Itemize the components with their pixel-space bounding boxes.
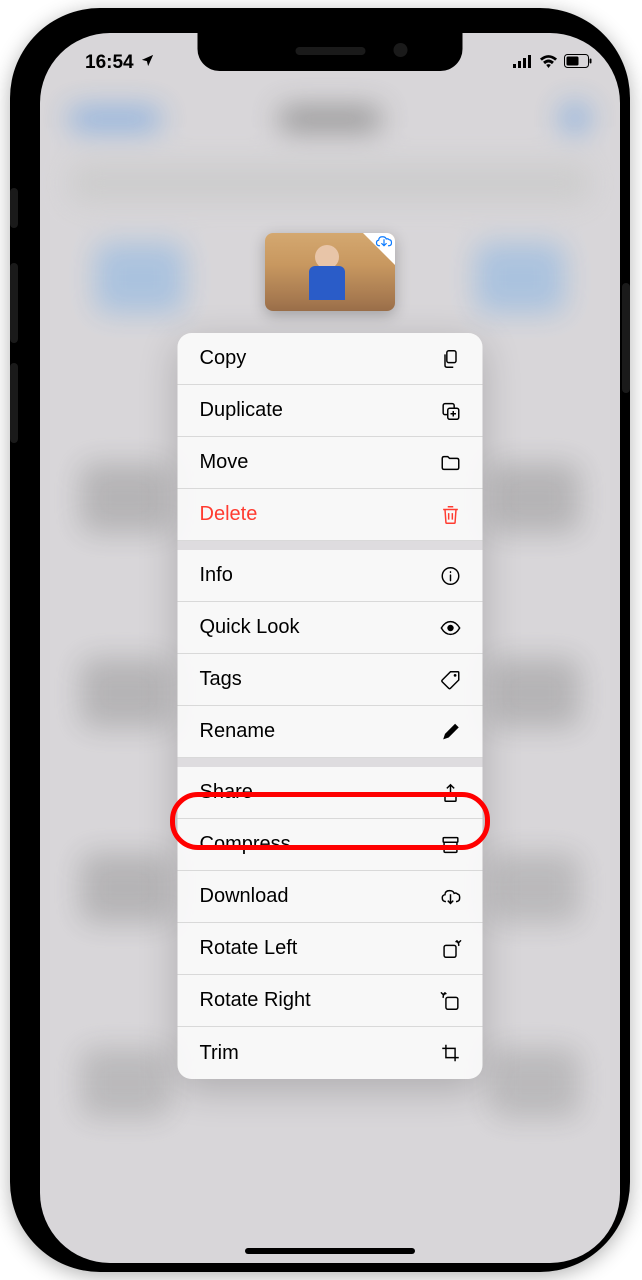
- volume-down-button: [10, 363, 18, 443]
- screen: 16:54: [40, 33, 620, 1263]
- menu-label: Download: [200, 885, 289, 908]
- menu-label: Info: [200, 564, 233, 587]
- menu-label: Quick Look: [200, 616, 300, 639]
- menu-label: Duplicate: [200, 399, 283, 422]
- menu-label: Trim: [200, 1042, 239, 1065]
- menu-label: Rotate Left: [200, 937, 298, 960]
- volume-up-button: [10, 263, 18, 343]
- menu-label: Move: [200, 451, 249, 474]
- cellular-icon: [513, 52, 533, 74]
- menu-item-duplicate[interactable]: Duplicate: [178, 385, 483, 437]
- trash-icon: [439, 503, 463, 527]
- duplicate-icon: [439, 399, 463, 423]
- share-icon: [439, 781, 463, 805]
- menu-label: Share: [200, 781, 253, 804]
- menu-item-delete[interactable]: Delete: [178, 489, 483, 541]
- battery-icon: [564, 52, 592, 74]
- status-time: 16:54: [85, 52, 134, 74]
- eye-icon: [439, 616, 463, 640]
- menu-label: Tags: [200, 668, 242, 691]
- menu-item-info[interactable]: Info: [178, 550, 483, 602]
- menu-label: Rotate Right: [200, 989, 311, 1012]
- side-button: [622, 283, 630, 393]
- crop-icon: [439, 1041, 463, 1065]
- rotate-left-icon: [439, 937, 463, 961]
- menu-item-rotate-left[interactable]: Rotate Left: [178, 923, 483, 975]
- menu-item-compress[interactable]: Compress: [178, 819, 483, 871]
- menu-item-download[interactable]: Download: [178, 871, 483, 923]
- menu-separator: [178, 541, 483, 550]
- phone-frame: 16:54: [10, 8, 630, 1272]
- menu-item-quick-look[interactable]: Quick Look: [178, 602, 483, 654]
- copy-icon: [439, 347, 463, 371]
- context-menu: Copy Duplicate Move Delete: [178, 333, 483, 1079]
- menu-separator: [178, 758, 483, 767]
- menu-item-tags[interactable]: Tags: [178, 654, 483, 706]
- menu-item-trim[interactable]: Trim: [178, 1027, 483, 1079]
- menu-item-rotate-right[interactable]: Rotate Right: [178, 975, 483, 1027]
- location-icon: [140, 52, 155, 74]
- file-thumbnail[interactable]: [265, 233, 395, 311]
- menu-label: Compress: [200, 833, 291, 856]
- status-bar: 16:54: [40, 33, 620, 83]
- cloud-download-icon: [375, 235, 393, 254]
- menu-label: Delete: [200, 503, 258, 526]
- cloud-download-icon: [439, 885, 463, 909]
- menu-item-move[interactable]: Move: [178, 437, 483, 489]
- wifi-icon: [539, 52, 558, 74]
- tag-icon: [439, 668, 463, 692]
- menu-label: Rename: [200, 720, 276, 743]
- archive-icon: [439, 833, 463, 857]
- menu-item-copy[interactable]: Copy: [178, 333, 483, 385]
- menu-item-share[interactable]: Share: [178, 767, 483, 819]
- menu-label: Copy: [200, 347, 247, 370]
- mute-switch: [10, 188, 18, 228]
- home-indicator[interactable]: [245, 1248, 415, 1254]
- menu-item-rename[interactable]: Rename: [178, 706, 483, 758]
- folder-icon: [439, 451, 463, 475]
- rotate-right-icon: [439, 989, 463, 1013]
- pencil-icon: [439, 720, 463, 744]
- info-icon: [439, 564, 463, 588]
